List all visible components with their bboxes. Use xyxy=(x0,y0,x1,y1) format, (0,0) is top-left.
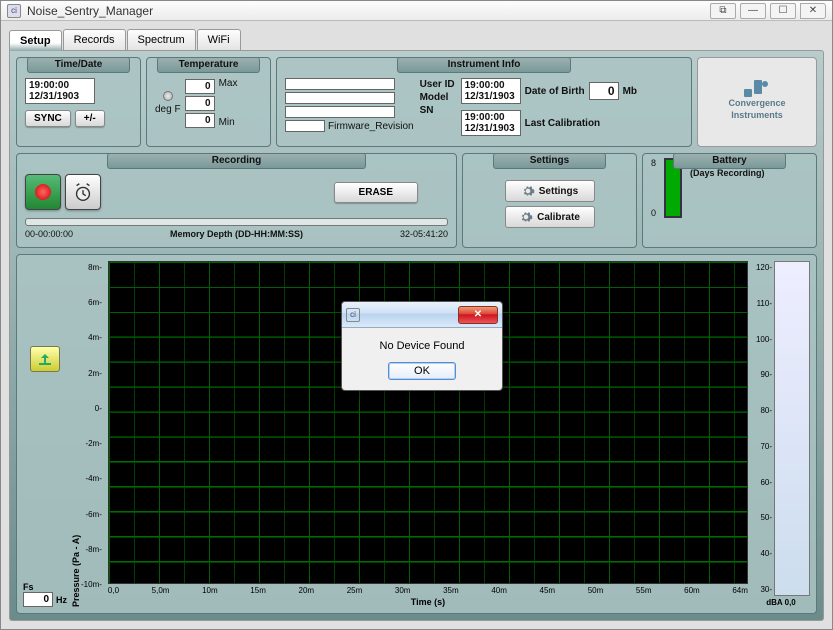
dialog-app-icon: ci xyxy=(346,308,360,322)
maximize-button[interactable]: ☐ xyxy=(770,3,796,19)
dialog-message: No Device Found xyxy=(342,328,502,362)
client-area: Setup Records Spectrum WiFi Time/Date 19… xyxy=(1,21,832,629)
window-title: Noise_Sentry_Manager xyxy=(27,4,153,18)
modal-overlay: ci ✕ No Device Found OK xyxy=(1,21,832,629)
minimize-button[interactable]: — xyxy=(740,3,766,19)
window-help-button[interactable]: ⧉ xyxy=(710,3,736,19)
app-window: ci Noise_Sentry_Manager ⧉ — ☐ ✕ Setup Re… xyxy=(0,0,833,630)
dialog-titlebar[interactable]: ci ✕ xyxy=(342,302,502,328)
error-dialog: ci ✕ No Device Found OK xyxy=(341,301,503,391)
close-button[interactable]: ✕ xyxy=(800,3,826,19)
app-icon: ci xyxy=(7,4,21,18)
dialog-close-button[interactable]: ✕ xyxy=(458,306,498,324)
window-controls: ⧉ — ☐ ✕ xyxy=(710,3,826,19)
dialog-ok-button[interactable]: OK xyxy=(388,362,456,380)
titlebar: ci Noise_Sentry_Manager ⧉ — ☐ ✕ xyxy=(1,1,832,21)
